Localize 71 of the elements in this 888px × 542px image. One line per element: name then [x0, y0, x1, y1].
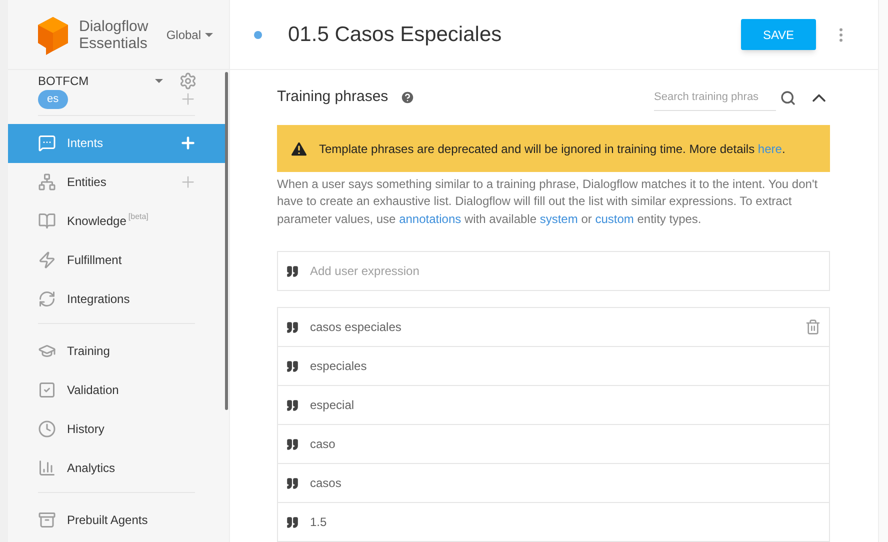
- phrase-row[interactable]: especiales: [278, 347, 829, 386]
- lightning-icon: [38, 251, 56, 269]
- nav-label: Knowledge: [67, 213, 126, 230]
- caret-icon: [205, 32, 213, 36]
- phrase-row[interactable]: especial: [278, 386, 829, 425]
- link[interactable]: system: [540, 212, 578, 226]
- settings-icon[interactable]: [179, 72, 197, 90]
- add-icon[interactable]: [179, 134, 197, 152]
- region-dropdown[interactable]: Global: [166, 26, 213, 44]
- nav-item[interactable]: Prebuilt Agents: [8, 500, 225, 540]
- nav-item[interactable]: Integrations: [8, 280, 225, 318]
- nav-label: Fulfillment: [67, 252, 122, 269]
- hierarchy-icon: [38, 173, 56, 191]
- bar-chart-icon: [38, 459, 56, 477]
- nav-label: History: [67, 421, 104, 438]
- refresh-icon: [38, 290, 56, 308]
- phrase-row[interactable]: caso: [278, 425, 829, 464]
- warning-text: Template phrases are deprecated and will be ignored in training time. More details here.: [319, 140, 786, 158]
- nav-label: Validation: [67, 382, 119, 399]
- quote-icon: [286, 398, 299, 412]
- link[interactable]: custom: [595, 212, 634, 226]
- add-expression-field[interactable]: Add user expression: [310, 262, 829, 280]
- nav-item[interactable]: Training: [8, 332, 225, 370]
- quote-icon: [286, 320, 299, 334]
- section-title: Training phrases: [277, 87, 388, 108]
- phrase-text: especial: [310, 397, 354, 414]
- description-text: When a user says something similar to a training phrase, Dialogflow matches it to the intent. You don't have to create an exhaustive list. Dialogflow will fill out the list with similar expressions. To extract parameter values, use annotations with available system or custom entity types.: [277, 176, 819, 228]
- beta-label: [beta]: [128, 210, 148, 222]
- brand-name: Essentials: [79, 34, 148, 52]
- box-icon: [38, 511, 56, 529]
- book-icon: [38, 212, 56, 230]
- delete-icon[interactable]: [805, 319, 821, 335]
- brand-name: Dialogflow: [79, 18, 148, 34]
- phrase-row[interactable]: 1.5: [278, 503, 829, 542]
- phrase-text: caso: [310, 436, 336, 453]
- graduation-cap-icon: [38, 342, 56, 360]
- quote-icon: [286, 516, 299, 528]
- chat-icon: [38, 134, 56, 152]
- nav-item[interactable]: Entities: [8, 162, 225, 202]
- add-expression-box[interactable]: Add user expression: [277, 251, 830, 291]
- quote-icon: [286, 264, 299, 278]
- search-field[interactable]: Search training phras: [654, 84, 776, 111]
- caret-icon: [155, 79, 163, 83]
- help-icon[interactable]: [400, 90, 416, 106]
- phrase-text: casos: [310, 475, 342, 492]
- clock-icon: [38, 420, 56, 438]
- nav-label: Analytics: [67, 460, 116, 477]
- nav-label: Prebuilt Agents: [67, 512, 148, 529]
- nav-label: Entities: [67, 174, 106, 191]
- phrase-row[interactable]: casos especiales: [278, 308, 829, 347]
- phrase-text: casos especiales: [310, 319, 402, 336]
- intent-title: 01.5 Casos Especiales: [288, 22, 502, 48]
- nav-label: Intents: [67, 135, 104, 152]
- checkbox-icon: [38, 381, 56, 399]
- nav-item[interactable]: Fulfillment: [8, 240, 225, 280]
- nav-item[interactable]: Analytics: [8, 448, 225, 488]
- phrase-row[interactable]: casos: [278, 464, 829, 503]
- phrase-text: especiales: [310, 358, 367, 375]
- nav-label: Integrations: [67, 291, 130, 308]
- cube-logo: [36, 14, 70, 54]
- agent-name: BOTFCM: [38, 73, 89, 90]
- scrollbar-thumb[interactable]: [225, 72, 228, 410]
- link[interactable]: annotations: [399, 212, 462, 226]
- nav-item[interactable]: Validation: [8, 370, 225, 410]
- nav-item[interactable]: History: [8, 410, 225, 448]
- quote-icon: [286, 476, 299, 490]
- quote-icon: [286, 438, 299, 450]
- phrase-text: 1.5: [310, 514, 327, 531]
- quote-icon: [286, 360, 299, 372]
- nav-label: Training: [67, 343, 110, 360]
- search-icon[interactable]: [780, 90, 796, 106]
